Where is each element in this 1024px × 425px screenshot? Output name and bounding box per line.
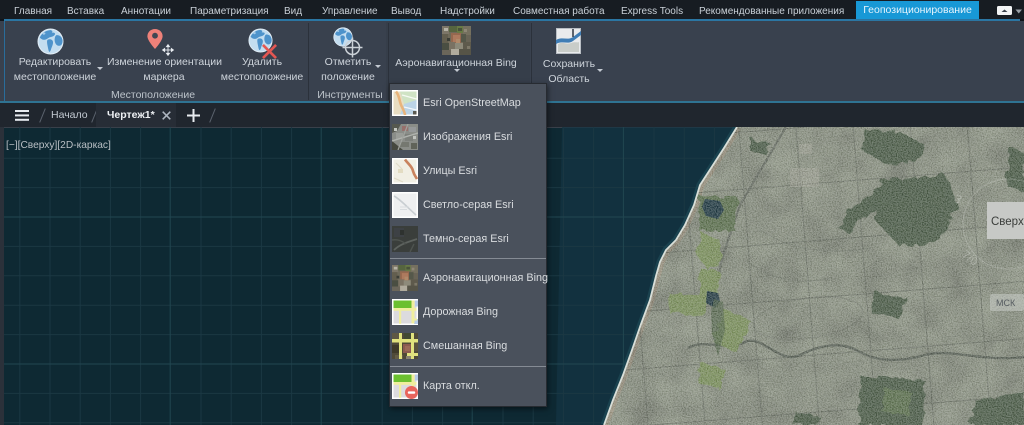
svg-text:Сверху: Сверху	[991, 216, 1024, 228]
svg-text:[−][Сверху][2D-каркас]: [−][Сверху][2D-каркас]	[6, 140, 111, 151]
svg-text:МСК: МСК	[996, 298, 1016, 308]
